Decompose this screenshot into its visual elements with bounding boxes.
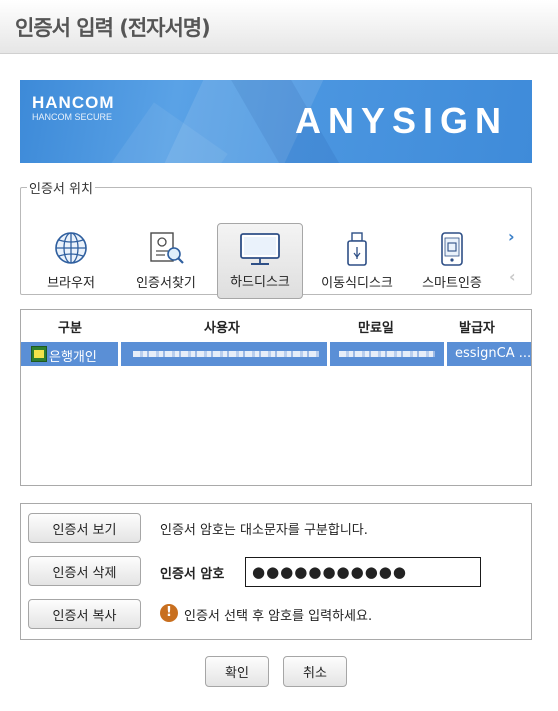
redacted-expiry — [339, 351, 435, 357]
smartphone-icon — [439, 231, 465, 271]
title-bar: 인증서 입력 (전자서명) — [0, 0, 558, 54]
window-title: 인증서 입력 (전자서명) — [15, 16, 211, 40]
next-arrow-icon[interactable]: › — [508, 227, 515, 246]
certificate-location-legend: 인증서 위치 — [29, 182, 93, 197]
certificate-location-group: 인증서 위치 브라우저 인증서찾기 하드디스크 이동식디스크 스마트인증 › ‹ — [20, 178, 532, 299]
certificate-search-icon — [147, 231, 185, 269]
location-browser[interactable]: 브라우저 — [33, 223, 109, 299]
certificate-action-panel: 인증서 보기 인증서 삭제 인증서 복사 인증서 암호는 대소문자를 구분합니다… — [20, 503, 532, 640]
warning-message: 인증서 선택 후 암호를 입력하세요. — [184, 609, 373, 624]
location-removable-disk[interactable]: 이동식디스크 — [311, 223, 403, 299]
location-label: 브라우저 — [47, 276, 95, 291]
location-smart-cert[interactable]: 스마트인증 — [411, 223, 493, 299]
warning-icon: ! — [160, 604, 178, 622]
usb-drive-icon — [345, 231, 369, 271]
table-row[interactable]: 은행개인 essignCA ... — [21, 342, 531, 366]
location-label: 이동식디스크 — [321, 276, 393, 291]
column-header: 구분 — [58, 321, 82, 336]
ok-button[interactable]: 확인 — [205, 656, 269, 687]
prev-arrow-icon[interactable]: ‹ — [509, 267, 516, 286]
delete-certificate-button[interactable]: 인증서 삭제 — [28, 556, 141, 586]
hancom-logo-subtitle: HANCOM SECURE — [32, 112, 113, 122]
cancel-button[interactable]: 취소 — [283, 656, 347, 687]
password-input[interactable]: ●●●●●●●●●●● — [245, 557, 481, 587]
location-cert-search[interactable]: 인증서찾기 — [121, 223, 211, 299]
column-header: 만료일 — [358, 321, 394, 336]
anysign-banner: HANCOM HANCOM SECURE ANYSIGN — [20, 80, 532, 163]
password-label: 인증서 암호 — [160, 567, 225, 582]
location-label: 하드디스크 — [230, 275, 290, 290]
hancom-logo: HANCOM — [32, 93, 115, 112]
location-label: 스마트인증 — [422, 276, 482, 291]
certificate-table: 구분 사용자 만료일 발급자 은행개인 essignCA ... — [20, 309, 532, 486]
location-label: 인증서찾기 — [136, 276, 196, 291]
location-hard-disk[interactable]: 하드디스크 — [217, 223, 303, 299]
copy-certificate-button[interactable]: 인증서 복사 — [28, 599, 141, 629]
cert-type: 은행개인 — [49, 350, 97, 365]
cert-issuer: essignCA ... — [455, 346, 532, 361]
column-header: 발급자 — [459, 321, 495, 336]
monitor-icon — [239, 232, 281, 270]
globe-icon — [54, 231, 88, 269]
table-header: 구분 사용자 만료일 발급자 — [21, 310, 531, 340]
case-sensitive-notice: 인증서 암호는 대소문자를 구분합니다. — [160, 523, 368, 538]
redacted-user — [133, 351, 319, 357]
view-certificate-button[interactable]: 인증서 보기 — [28, 513, 141, 543]
column-header: 사용자 — [204, 321, 240, 336]
anysign-brand: ANYSIGN — [294, 100, 508, 141]
certificate-icon — [31, 346, 47, 362]
